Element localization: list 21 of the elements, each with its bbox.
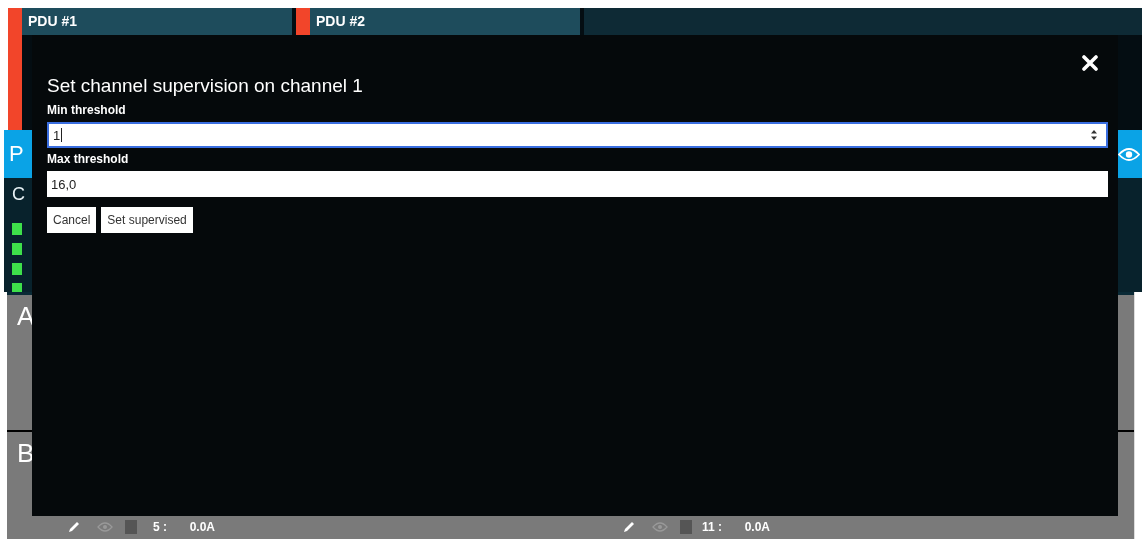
- section-title: P: [9, 141, 24, 167]
- channel-current: 0.0A: [743, 519, 770, 534]
- channel-current: 0.0A: [188, 519, 215, 534]
- current-heading: C: [12, 183, 26, 206]
- cancel-button[interactable]: Cancel: [47, 207, 97, 233]
- dialog-title: Set channel supervision on channel 1: [47, 75, 364, 97]
- scrollbar[interactable]: [1134, 292, 1142, 539]
- input-field[interactable]: 1: [47, 122, 1108, 148]
- input-field[interactable]: 16,0: [47, 171, 1108, 197]
- pdu-title[interactable]: PDU #1: [22, 8, 292, 35]
- set-supervised-button[interactable]: Set supervised: [101, 207, 193, 233]
- field-label: Max threshold: [47, 152, 130, 166]
- field-label: Min threshold: [47, 103, 127, 117]
- pencil-icon[interactable]: [622, 519, 636, 534]
- group-letter: B: [16, 437, 36, 469]
- spinner-icon[interactable]: [1090, 129, 1098, 141]
- close-icon[interactable]: [1082, 55, 1098, 71]
- channel-number: 11 :: [701, 519, 722, 534]
- channel-number: 5 :: [152, 519, 167, 534]
- pencil-icon[interactable]: [67, 519, 81, 534]
- pdu-title[interactable]: PDU #2: [310, 8, 580, 35]
